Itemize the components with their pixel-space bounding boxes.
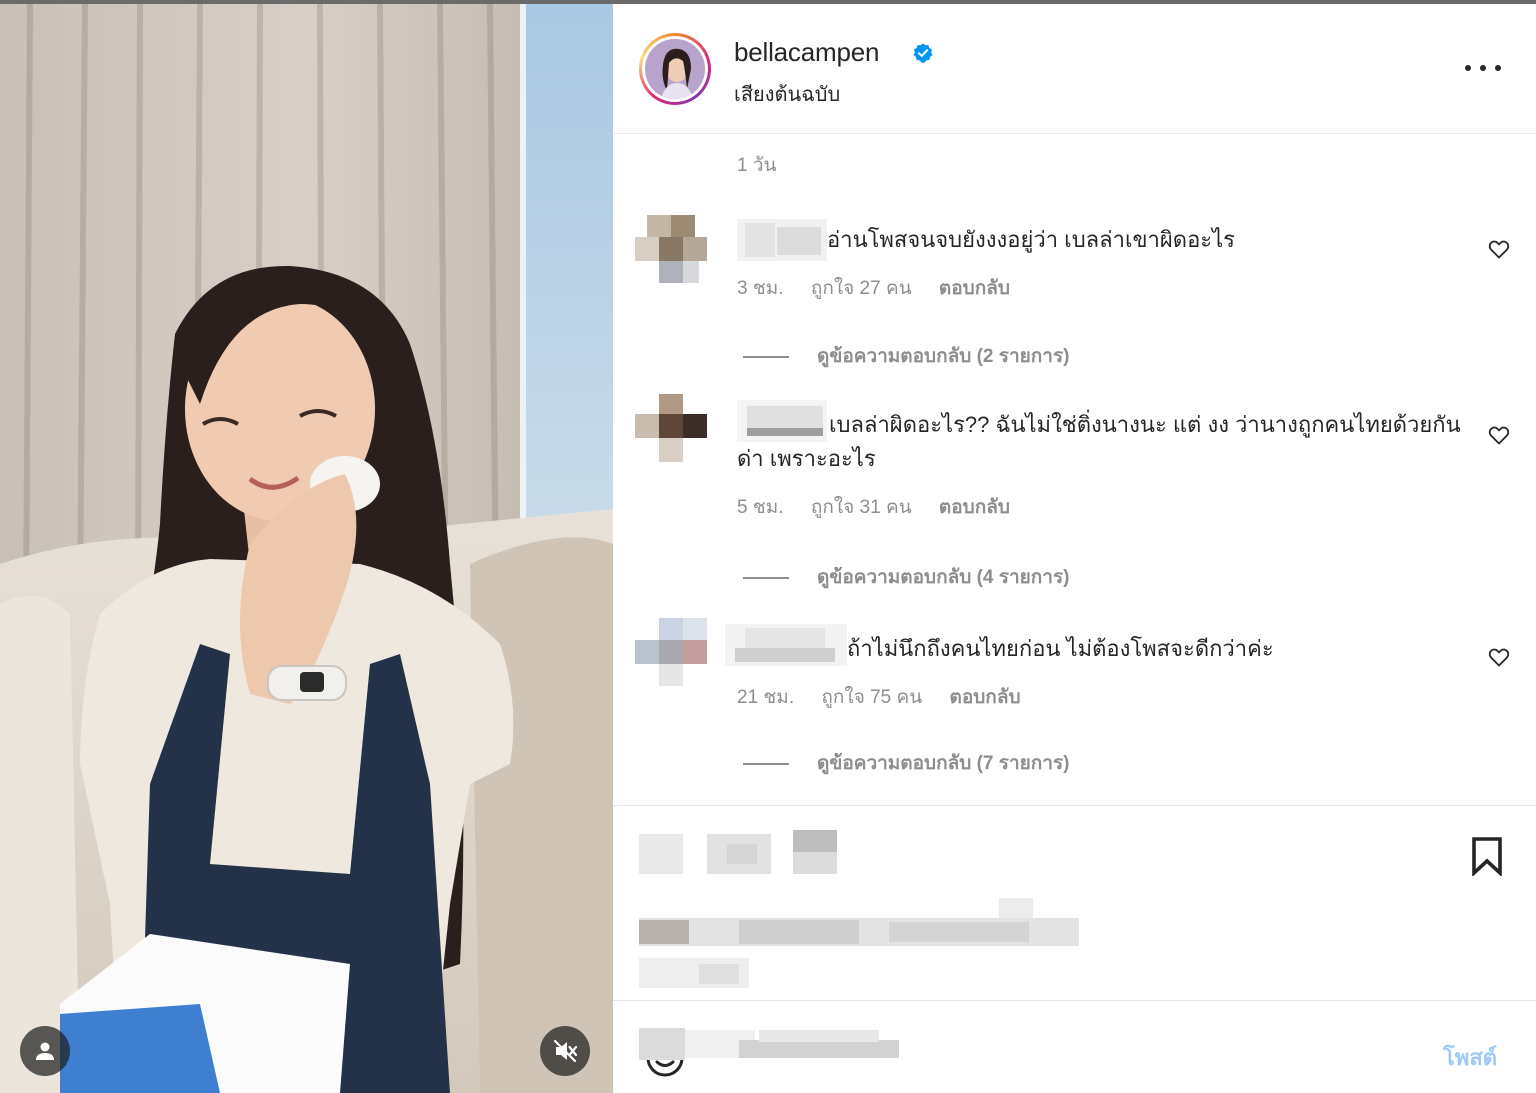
- replies-divider-line: [743, 762, 789, 765]
- bookmark-icon[interactable]: [1469, 836, 1505, 876]
- view-replies-label: ดูข้อความตอบกลับ (4 รายการ): [817, 567, 1070, 588]
- comment-meta: 21 ชม. ถูกใจ 75 คน ตอบกลับ: [737, 682, 1043, 712]
- comment-text: เบลล่าผิดอะไร?? ฉันไม่ใช่ติ่งนางนะ แต่ ง…: [737, 412, 1461, 471]
- likes-summary-blurred: [639, 892, 1209, 992]
- actions-divider: [613, 805, 1536, 806]
- mute-toggle-button[interactable]: [540, 1026, 590, 1076]
- heart-icon[interactable]: [1487, 645, 1511, 669]
- post-timestamp: 1 วัน: [737, 155, 777, 176]
- heart-icon[interactable]: [1487, 423, 1511, 447]
- comment-meta: 5 ชม. ถูกใจ 31 คน ตอบกลับ: [737, 492, 1032, 522]
- comment-input-blurred[interactable]: [639, 1026, 909, 1062]
- comment-time: 5 ชม.: [737, 497, 784, 518]
- post-comment-button[interactable]: โพสต์: [1443, 1040, 1497, 1075]
- post-media[interactable]: [0, 4, 613, 1093]
- commenter-name-blurred[interactable]: [725, 624, 847, 666]
- view-replies-button[interactable]: ดูข้อความตอบกลับ (7 รายการ): [743, 748, 1070, 778]
- view-replies-label: ดูข้อความตอบกลับ (7 รายการ): [817, 753, 1070, 774]
- commenter-avatar[interactable]: [635, 618, 707, 686]
- reply-button[interactable]: ตอบกลับ: [950, 687, 1021, 708]
- reply-button[interactable]: ตอบกลับ: [939, 278, 1010, 299]
- user-tag-icon: [36, 1042, 54, 1060]
- comment-like-count[interactable]: ถูกใจ 31 คน: [811, 497, 912, 518]
- commenter-avatar[interactable]: [635, 215, 707, 283]
- comment-time: 3 ชม.: [737, 278, 784, 299]
- composer-divider: [613, 1000, 1536, 1001]
- original-audio-link[interactable]: เสียงต้นฉบับ: [734, 78, 840, 110]
- comment-like-count[interactable]: ถูกใจ 27 คน: [811, 278, 912, 299]
- view-replies-label: ดูข้อความตอบกลับ (2 รายการ): [817, 346, 1070, 367]
- commenter-avatar[interactable]: [635, 394, 707, 462]
- comment-text: ถ้าไม่นึกถึงคนไทยก่อน ไม่ต้องโพสจะดีกว่า…: [847, 636, 1274, 661]
- comment-text: อ่านโพสจนจบยังงงอยู่ว่า เบลล่าเขาผิดอะไร: [827, 227, 1235, 252]
- comment-like-count[interactable]: ถูกใจ 75 คน: [821, 687, 922, 708]
- post-photo: [0, 4, 613, 1093]
- post-header: bellacampen เสียงต้นฉบับ: [613, 4, 1536, 134]
- replies-divider-line: [743, 355, 789, 358]
- muted-speaker-icon: [553, 1039, 578, 1063]
- replies-divider-line: [743, 576, 789, 579]
- comment-meta: 3 ชม. ถูกใจ 27 คน ตอบกลับ: [737, 273, 1032, 303]
- view-replies-button[interactable]: ดูข้อความตอบกลับ (4 รายการ): [743, 562, 1070, 592]
- author-avatar[interactable]: [639, 33, 711, 105]
- post-side-panel: bellacampen เสียงต้นฉบับ 1 วัน อ่านโพสจน…: [613, 4, 1536, 1093]
- tagged-users-button[interactable]: [20, 1026, 70, 1076]
- post-actions-blurred[interactable]: [639, 830, 839, 876]
- more-options-icon[interactable]: [1465, 56, 1501, 80]
- comment-time: 21 ชม.: [737, 687, 795, 708]
- view-replies-button[interactable]: ดูข้อความตอบกลับ (2 รายการ): [743, 341, 1070, 371]
- commenter-name-blurred[interactable]: [737, 219, 827, 261]
- reply-button[interactable]: ตอบกลับ: [939, 497, 1010, 518]
- verified-badge-icon: [913, 43, 933, 63]
- heart-icon[interactable]: [1487, 237, 1511, 261]
- author-username[interactable]: bellacampen: [734, 37, 879, 68]
